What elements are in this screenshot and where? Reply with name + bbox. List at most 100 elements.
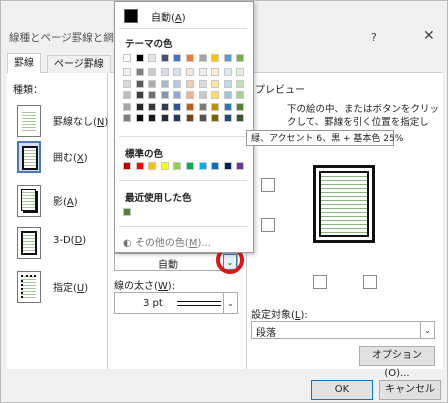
setting-box[interactable]: 囲む(X) <box>17 141 113 177</box>
cancel-button[interactable]: キャンセル <box>379 380 441 400</box>
standard-color-swatch[interactable] <box>236 162 245 170</box>
ok-button[interactable]: OK <box>311 380 373 400</box>
right-border-button[interactable] <box>363 275 377 289</box>
standard-color-swatch[interactable] <box>123 162 131 170</box>
setting-3d[interactable]: 3-D(D) <box>17 227 113 263</box>
theme-shade-swatch[interactable] <box>173 79 182 88</box>
standard-color-swatch[interactable] <box>135 162 144 170</box>
theme-shade-swatch[interactable] <box>160 114 169 122</box>
standard-color-swatch[interactable] <box>148 162 157 170</box>
theme-shade-swatch[interactable] <box>198 102 207 111</box>
setting-shadow-icon <box>17 185 41 217</box>
top-border-button[interactable] <box>261 178 275 192</box>
theme-shade-swatch[interactable] <box>223 102 232 111</box>
theme-shade-swatch[interactable] <box>236 102 245 111</box>
theme-shade-swatch[interactable] <box>186 91 194 99</box>
theme-color-swatch[interactable] <box>148 54 157 62</box>
theme-shade-swatch[interactable] <box>186 102 194 111</box>
theme-shade-swatch[interactable] <box>198 91 207 99</box>
recent-color-swatch[interactable] <box>123 208 131 216</box>
theme-shade-swatch[interactable] <box>123 68 131 76</box>
theme-shade-swatch[interactable] <box>135 102 144 111</box>
standard-color-swatch[interactable] <box>186 162 194 170</box>
theme-shade-swatch[interactable] <box>135 68 144 76</box>
theme-shade-swatch[interactable] <box>186 79 194 88</box>
standard-color-swatch[interactable] <box>198 162 207 170</box>
theme-shade-swatch[interactable] <box>223 114 232 122</box>
theme-shade-swatch[interactable] <box>211 68 220 76</box>
theme-shade-swatch[interactable] <box>160 91 169 99</box>
setting-shadow[interactable]: 影(A) <box>17 185 113 221</box>
theme-shade-swatch[interactable] <box>223 68 232 76</box>
theme-shade-swatch[interactable] <box>135 114 144 122</box>
theme-shade-swatch[interactable] <box>173 114 182 122</box>
theme-color-swatch[interactable] <box>135 54 144 62</box>
theme-color-swatch[interactable] <box>236 54 245 62</box>
setting-custom[interactable]: 指定(U) <box>17 271 113 307</box>
theme-shade-swatch[interactable] <box>123 102 131 111</box>
theme-color-swatch[interactable] <box>186 54 194 62</box>
theme-shade-swatch[interactable] <box>223 79 232 88</box>
theme-shade-swatch[interactable] <box>148 114 157 122</box>
theme-shade-swatch[interactable] <box>236 91 245 99</box>
theme-shade-swatch[interactable] <box>123 79 131 88</box>
standard-color-swatch[interactable] <box>160 162 169 170</box>
theme-color-swatch[interactable] <box>211 54 220 62</box>
theme-shade-swatch[interactable] <box>198 79 207 88</box>
theme-shade-swatch[interactable] <box>186 68 194 76</box>
theme-shade-swatch[interactable] <box>198 68 207 76</box>
apply-to-combo[interactable]: 段落 ⌄ <box>251 321 435 339</box>
setting-none-icon <box>17 105 41 137</box>
theme-shade-swatch[interactable] <box>173 68 182 76</box>
theme-color-swatch[interactable] <box>160 54 169 62</box>
preview-box[interactable] <box>313 165 375 243</box>
theme-color-swatch[interactable] <box>173 54 182 62</box>
theme-shade-swatch[interactable] <box>160 102 169 111</box>
tab-borders[interactable]: 罫線 <box>7 53 41 74</box>
theme-shade-swatch[interactable] <box>160 79 169 88</box>
apply-to-value: 段落 <box>256 328 276 339</box>
theme-shade-swatch[interactable] <box>123 91 131 99</box>
theme-shade-swatch[interactable] <box>211 79 220 88</box>
chevron-down-icon[interactable]: ⌄ <box>223 293 237 313</box>
theme-shade-swatch[interactable] <box>236 79 245 88</box>
theme-color-swatch[interactable] <box>223 54 232 62</box>
dropdown-divider <box>119 28 247 29</box>
left-border-button[interactable] <box>313 275 327 289</box>
options-button[interactable]: オプション(O)... <box>359 346 435 379</box>
theme-shade-swatch[interactable] <box>148 91 157 99</box>
bottom-border-button[interactable] <box>261 218 275 232</box>
tab-page-border[interactable]: ページ罫線 <box>47 55 111 73</box>
theme-shade-swatch[interactable] <box>148 68 157 76</box>
auto-color-item[interactable]: 自動(A) <box>119 6 247 24</box>
standard-color-swatch[interactable] <box>173 162 182 170</box>
theme-shade-swatch[interactable] <box>135 91 144 99</box>
setting-none[interactable]: 罫線なし(N) <box>17 105 113 141</box>
close-icon[interactable]: ✕ <box>423 28 435 44</box>
line-width-combo[interactable]: 3 pt ⌄ <box>114 292 238 314</box>
theme-shade-swatch[interactable] <box>173 91 182 99</box>
theme-shade-swatch[interactable] <box>236 68 245 76</box>
more-colors-item[interactable]: ◐ その他の色(M)... <box>123 234 211 249</box>
theme-shade-swatch[interactable] <box>211 114 220 122</box>
theme-shade-swatch[interactable] <box>198 114 207 122</box>
chevron-down-icon[interactable]: ⌄ <box>420 322 434 338</box>
theme-shade-swatch[interactable] <box>211 102 220 111</box>
help-icon[interactable]: ? <box>371 31 377 44</box>
theme-shade-swatch[interactable] <box>236 114 245 122</box>
theme-shade-swatch[interactable] <box>135 79 144 88</box>
theme-shade-swatch[interactable] <box>223 91 232 99</box>
theme-shade-swatch[interactable] <box>123 114 131 122</box>
theme-shade-swatch[interactable] <box>160 68 169 76</box>
theme-shade-swatch[interactable] <box>211 91 220 99</box>
theme-shade-swatch[interactable] <box>186 114 194 122</box>
line-color-value: 自動 <box>158 260 178 271</box>
theme-shade-swatch[interactable] <box>173 102 182 111</box>
standard-color-swatch[interactable] <box>223 162 232 170</box>
theme-color-swatch[interactable] <box>198 54 207 62</box>
setting-heading: 種類： <box>13 85 43 96</box>
theme-color-swatch[interactable] <box>123 54 131 62</box>
theme-shade-swatch[interactable] <box>148 102 157 111</box>
theme-shade-swatch[interactable] <box>148 79 157 88</box>
standard-color-swatch[interactable] <box>211 162 220 170</box>
